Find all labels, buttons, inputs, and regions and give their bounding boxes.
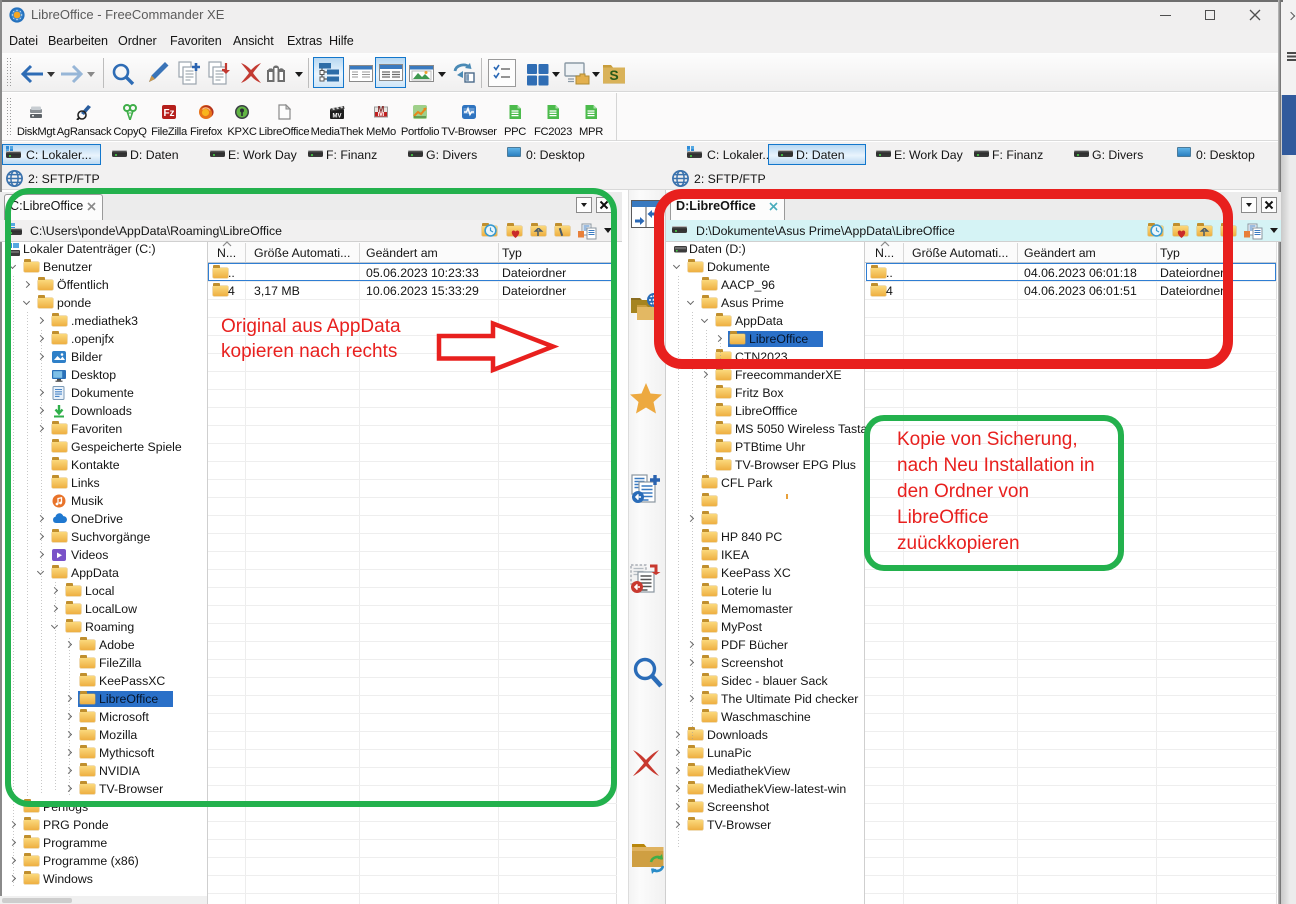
svg-text:M: M (378, 105, 385, 114)
svg-text:MV: MV (333, 114, 342, 120)
svg-text:Fz: Fz (163, 108, 174, 119)
svg-text:S: S (609, 67, 618, 83)
